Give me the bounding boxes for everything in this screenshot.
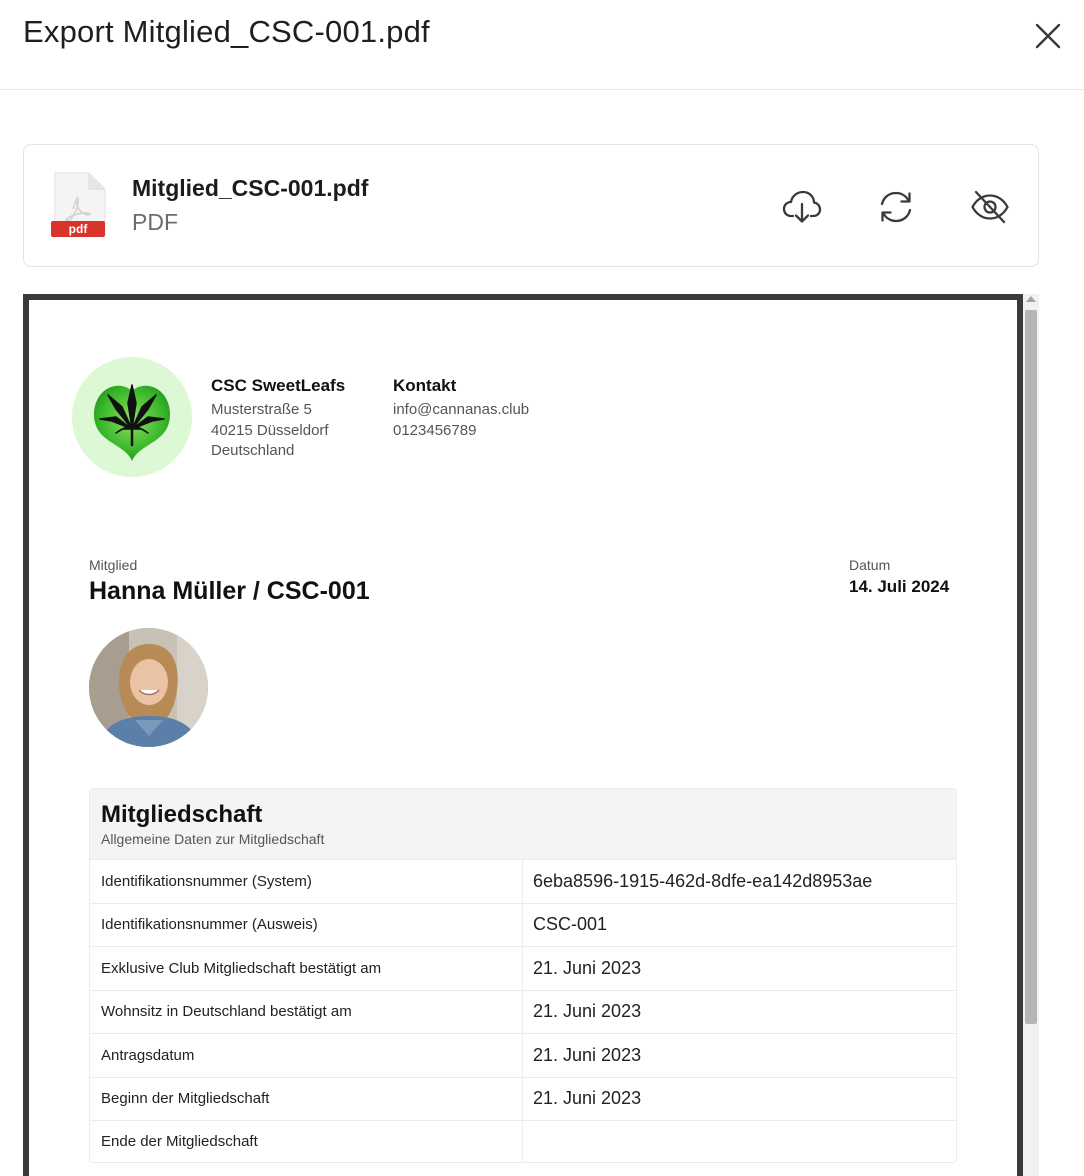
row-value: 6eba8596-1915-462d-8dfe-ea142d8953ae	[533, 870, 873, 891]
close-button[interactable]	[1030, 18, 1066, 54]
refresh-icon	[880, 191, 912, 223]
contact-title: Kontakt	[393, 376, 457, 395]
organization-country: Deutschland	[211, 442, 295, 459]
row-value: 21. Juni 2023	[533, 1044, 642, 1065]
table-row: Exklusive Club Mitgliedschaft bestätigt …	[90, 946, 956, 990]
contact-info: Kontakt info@cannanas.club 0123456789	[393, 376, 529, 441]
table-row: Ende der Mitgliedschaft	[90, 1120, 956, 1162]
file-card: pdf Mitglied_CSC-001.pdf PDF	[23, 144, 1039, 267]
table-row: Identifikationsnummer (Ausweis) CSC-001	[90, 902, 956, 946]
close-icon	[1035, 23, 1061, 49]
organization-address: CSC SweetLeafs Musterstraße 5 40215 Düss…	[211, 376, 345, 462]
table-row: Beginn der Mitgliedschaft 21. Juni 2023	[90, 1076, 956, 1120]
membership-title: Mitgliedschaft	[101, 801, 263, 828]
organization-name: CSC SweetLeafs	[211, 376, 346, 395]
member-label: Mitglied	[89, 557, 138, 573]
cloud-download-icon	[782, 190, 822, 223]
table-row: Wohnsitz in Deutschland bestätigt am 21.…	[90, 989, 956, 1033]
hide-preview-button[interactable]	[968, 185, 1012, 229]
row-value: 21. Juni 2023	[533, 1001, 642, 1022]
pdf-file-icon: pdf	[51, 172, 106, 237]
preview-scrollbar[interactable]	[1023, 294, 1039, 1176]
row-key: Beginn der Mitgliedschaft	[90, 1077, 523, 1120]
date-value: 14. Juli 2024	[849, 577, 950, 596]
row-key: Ende der Mitgliedschaft	[90, 1121, 523, 1162]
scroll-up-arrow-icon[interactable]	[1026, 296, 1036, 302]
row-key: Exklusive Club Mitgliedschaft bestätigt …	[90, 947, 523, 990]
contact-email: info@cannanas.club	[393, 401, 530, 418]
refresh-button[interactable]	[874, 185, 918, 229]
eye-off-icon	[971, 190, 1009, 224]
row-key: Identifikationsnummer (System)	[90, 860, 523, 903]
leaf-logo-icon	[93, 384, 171, 461]
avatar-photo-icon	[89, 628, 208, 747]
membership-table: Mitgliedschaft Allgemeine Daten zur Mitg…	[89, 788, 957, 1163]
row-value: 21. Juni 2023	[533, 957, 642, 978]
modal-header: Export Mitglied_CSC-001.pdf	[0, 0, 1084, 90]
pdf-preview[interactable]: CSC SweetLeafs Musterstraße 5 40215 Düss…	[23, 294, 1023, 1176]
row-value	[523, 1121, 956, 1162]
table-row: Antragsdatum 21. Juni 2023	[90, 1033, 956, 1077]
row-key: Antragsdatum	[90, 1034, 523, 1077]
club-logo	[72, 357, 192, 477]
organization-street: Musterstraße 5	[211, 401, 312, 418]
row-value: 21. Juni 2023	[533, 1088, 642, 1109]
date-label: Datum	[849, 557, 891, 573]
organization-city: 40215 Düsseldorf	[211, 421, 329, 439]
contact-phone: 0123456789	[393, 421, 477, 439]
membership-subtitle: Allgemeine Daten zur Mitgliedschaft	[101, 831, 325, 847]
row-value: CSC-001	[533, 914, 608, 935]
scrollbar-thumb[interactable]	[1025, 310, 1037, 1024]
member-avatar	[89, 628, 208, 747]
pdf-badge-label: pdf	[69, 222, 89, 236]
file-type: PDF	[132, 209, 178, 235]
row-key: Wohnsitz in Deutschland bestätigt am	[90, 990, 523, 1033]
table-row: Identifikationsnummer (System) 6eba8596-…	[90, 859, 956, 903]
member-name: Hanna Müller / CSC-001	[89, 577, 370, 605]
download-button[interactable]	[780, 185, 824, 229]
file-name: Mitglied_CSC-001.pdf	[132, 175, 369, 201]
modal-title: Export Mitglied_CSC-001.pdf	[23, 14, 430, 49]
row-key: Identifikationsnummer (Ausweis)	[90, 903, 523, 946]
membership-header: Mitgliedschaft Allgemeine Daten zur Mitg…	[90, 789, 956, 859]
